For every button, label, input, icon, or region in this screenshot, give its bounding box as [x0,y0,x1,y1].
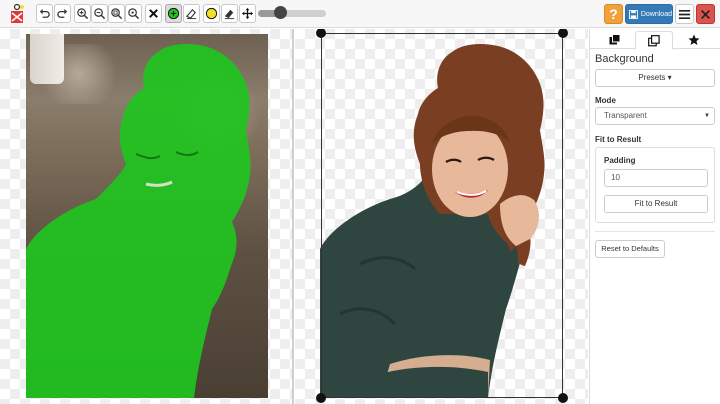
copy-icon [648,34,660,46]
zoom-in-icon [77,8,89,20]
zoom-fit-button[interactable] [108,4,125,23]
star-icon [688,34,700,45]
app: ? Download Background Presets ▾ Mode Tra… [0,0,720,404]
settings-tabs [590,29,720,50]
remove-brush-icon [185,8,197,20]
menu-button[interactable] [675,4,694,24]
mode-select[interactable]: Transparent ▼ [595,107,715,125]
redo-button[interactable] [54,4,71,23]
save-icon [629,9,638,19]
undo-button[interactable] [36,4,53,23]
download-button[interactable]: Download [625,4,673,24]
result-canvas[interactable] [295,29,588,404]
fit-to-result-group: Padding 10 Fit to Result [595,147,715,223]
undo-icon [39,8,50,18]
zoom-out-button[interactable] [91,4,108,23]
panel-divider [292,29,294,404]
resize-handle-bottom-left[interactable] [316,393,326,403]
remove-brush-button[interactable] [183,4,200,23]
zoom-out-icon [94,8,106,20]
clear-icon [149,9,158,18]
padding-label: Padding [604,156,636,165]
chevron-down-icon: ▼ [704,113,710,119]
fit-to-result-label: Fit to Result [595,135,642,144]
padding-input[interactable]: 10 [604,169,708,187]
toolbar: ? Download [0,0,720,28]
keep-mask-overlay [26,44,251,398]
settings-panel: Background Presets ▾ Mode Transparent ▼ … [589,29,720,404]
keep-brush-button[interactable] [165,4,182,23]
move-icon [241,7,254,20]
clear-button[interactable] [145,4,162,23]
resize-handle-bottom-right[interactable] [558,393,568,403]
result-bounding-frame [321,33,563,398]
help-button[interactable]: ? [604,4,623,24]
close-button[interactable] [696,4,715,24]
brush-size-slider[interactable] [258,6,326,19]
slider-thumb[interactable] [274,6,288,19]
download-label: Download [640,10,672,18]
close-icon [700,9,711,19]
mark-canvas[interactable] [0,29,292,404]
move-button[interactable] [239,4,256,23]
tab-background[interactable] [635,31,673,50]
app-logo-icon [8,3,26,25]
tab-favorites[interactable] [675,31,713,49]
hair-brush-button[interactable] [203,4,220,23]
layers-icon [609,34,621,45]
divider-line [595,231,715,232]
zoom-in-button[interactable] [74,4,91,23]
keep-brush-icon [167,7,180,20]
reset-to-defaults-button[interactable]: Reset to Defaults [595,240,665,258]
resize-handle-top-right[interactable] [558,29,568,38]
zoom-fit-icon [111,8,123,20]
redo-icon [57,8,68,18]
zoom-actual-button[interactable] [125,4,142,23]
tab-layers[interactable] [596,31,634,49]
hair-brush-icon [205,7,218,20]
mode-value: Transparent [604,111,647,120]
mode-label: Mode [595,96,616,105]
eraser-icon [224,9,235,20]
zoom-actual-icon [128,8,140,20]
hamburger-icon [678,9,691,19]
eraser-button[interactable] [221,4,238,23]
presets-dropdown[interactable]: Presets ▾ [595,69,715,87]
panel-title: Background [595,53,654,65]
fit-to-result-button[interactable]: Fit to Result [604,195,708,213]
